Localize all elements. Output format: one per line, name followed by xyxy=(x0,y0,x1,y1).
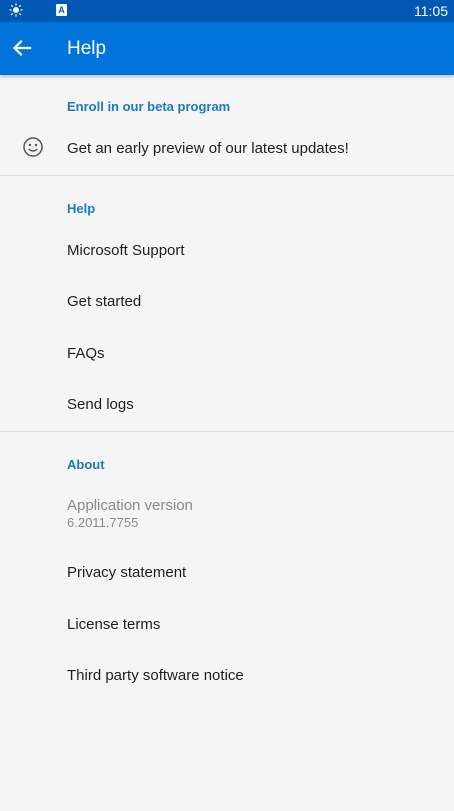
section-header-help: Help xyxy=(67,201,96,216)
back-button[interactable] xyxy=(6,32,38,64)
beta-preview-item[interactable]: Get an early preview of our latest updat… xyxy=(0,133,454,163)
app-bar: Help xyxy=(0,22,454,75)
arrow-left-icon xyxy=(12,39,32,57)
privacy-statement-item[interactable]: Privacy statement xyxy=(67,564,186,582)
app-version-label: Application version xyxy=(67,497,193,514)
license-terms-item[interactable]: License terms xyxy=(67,616,160,634)
divider xyxy=(0,175,454,176)
section-header-beta: Enroll in our beta program xyxy=(67,99,231,114)
sun-icon xyxy=(9,3,23,17)
send-logs-item[interactable]: Send logs xyxy=(67,396,134,414)
app-version-value: 6.2011.7755 xyxy=(67,515,139,530)
smiley-icon xyxy=(23,137,43,157)
page-title: Help xyxy=(67,38,107,59)
status-bar: A 11:05 xyxy=(0,0,454,22)
status-time: 11:05 xyxy=(414,3,448,19)
section-header-about: About xyxy=(67,457,105,472)
third-party-notice-item[interactable]: Third party software notice xyxy=(67,667,244,685)
beta-preview-label: Get an early preview of our latest updat… xyxy=(67,140,349,157)
font-icon: A xyxy=(56,4,67,16)
get-started-item[interactable]: Get started xyxy=(67,293,141,311)
divider xyxy=(0,431,454,432)
microsoft-support-item[interactable]: Microsoft Support xyxy=(67,242,185,260)
faqs-item[interactable]: FAQs xyxy=(67,345,105,363)
